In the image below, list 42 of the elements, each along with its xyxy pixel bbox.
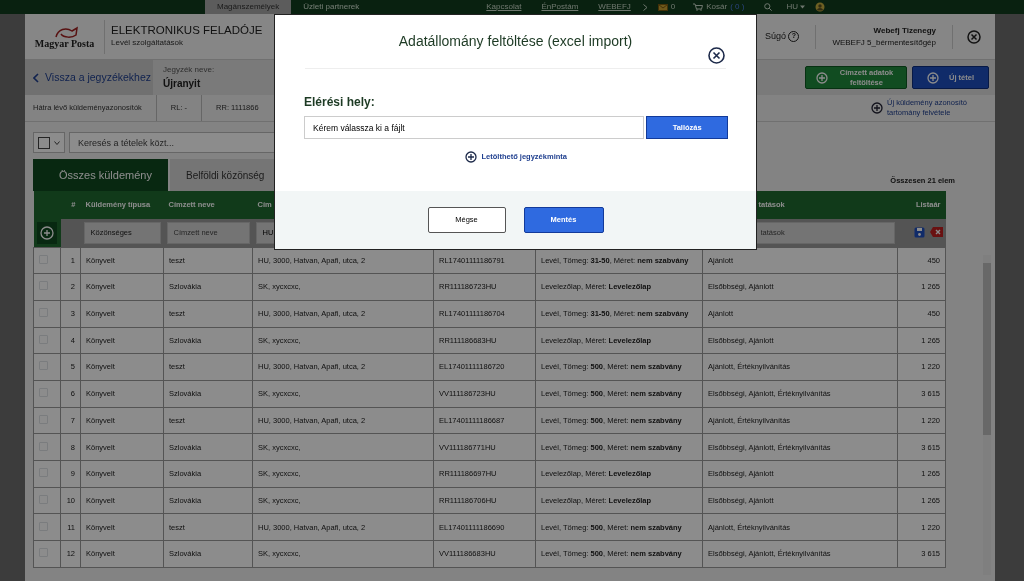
clear-icon[interactable] <box>929 227 943 238</box>
plus-icon <box>816 71 829 84</box>
select-all-dropdown[interactable] <box>33 132 65 153</box>
search-icon[interactable] <box>764 3 773 11</box>
caret-icon <box>799 5 805 9</box>
plus-icon <box>927 71 939 84</box>
file-path-field[interactable]: Kérem válassza ki a fájlt <box>304 116 645 139</box>
cart-icon[interactable] <box>693 3 704 11</box>
scrollbar[interactable] <box>983 255 991 575</box>
nav-link[interactable]: Kapcsolat <box>476 0 532 14</box>
close-icon[interactable] <box>708 47 725 64</box>
user-avatar-icon[interactable] <box>814 2 825 12</box>
save-icon[interactable] <box>914 227 925 239</box>
nav-tab[interactable]: Üzleti partnerek <box>291 0 372 14</box>
nav-tab[interactable]: Magánszemélyek <box>205 0 292 14</box>
cart-label[interactable]: Kosár <box>706 1 728 13</box>
chevron-icon <box>642 3 648 11</box>
language-selector[interactable]: HU <box>786 1 798 13</box>
tab[interactable]: Összes küldemény <box>33 159 168 191</box>
list-name-label: Jegyzék neve: <box>163 64 215 76</box>
back-chevron-icon <box>33 72 39 83</box>
cart-count: ( 0 ) <box>730 1 745 13</box>
back-link[interactable]: Vissza a jegyzékekhez <box>25 60 153 95</box>
app-title: ELEKTRONIKUS FELADÓJE <box>111 24 263 37</box>
logo-text: Magyar Posta <box>34 38 95 49</box>
list-name: Újranyit <box>163 76 202 91</box>
tab[interactable]: Belföldi közönség <box>170 159 274 191</box>
plus-icon <box>870 102 883 114</box>
account-link[interactable]: WEBEFJ <box>588 0 641 14</box>
modal-title: Adatállomány feltöltése (excel import) <box>398 32 633 51</box>
mail-count: 0 <box>670 1 676 13</box>
mail-icon[interactable] <box>657 3 668 11</box>
caret-icon <box>54 140 60 145</box>
nav-link[interactable]: ÉnPostám <box>531 0 589 14</box>
field-label: Elérési hely: <box>304 94 376 111</box>
user-name: Webefj Tizenegy <box>872 24 936 37</box>
add-row-button[interactable] <box>36 221 57 244</box>
user-account: WEBEFJ 5_bérmentesítőgép <box>832 36 936 49</box>
help-link[interactable]: Súgó <box>765 29 787 44</box>
plus-icon <box>465 151 478 163</box>
app-subtitle: Levél szolgáltatások <box>111 36 185 49</box>
plus-icon <box>39 225 54 240</box>
